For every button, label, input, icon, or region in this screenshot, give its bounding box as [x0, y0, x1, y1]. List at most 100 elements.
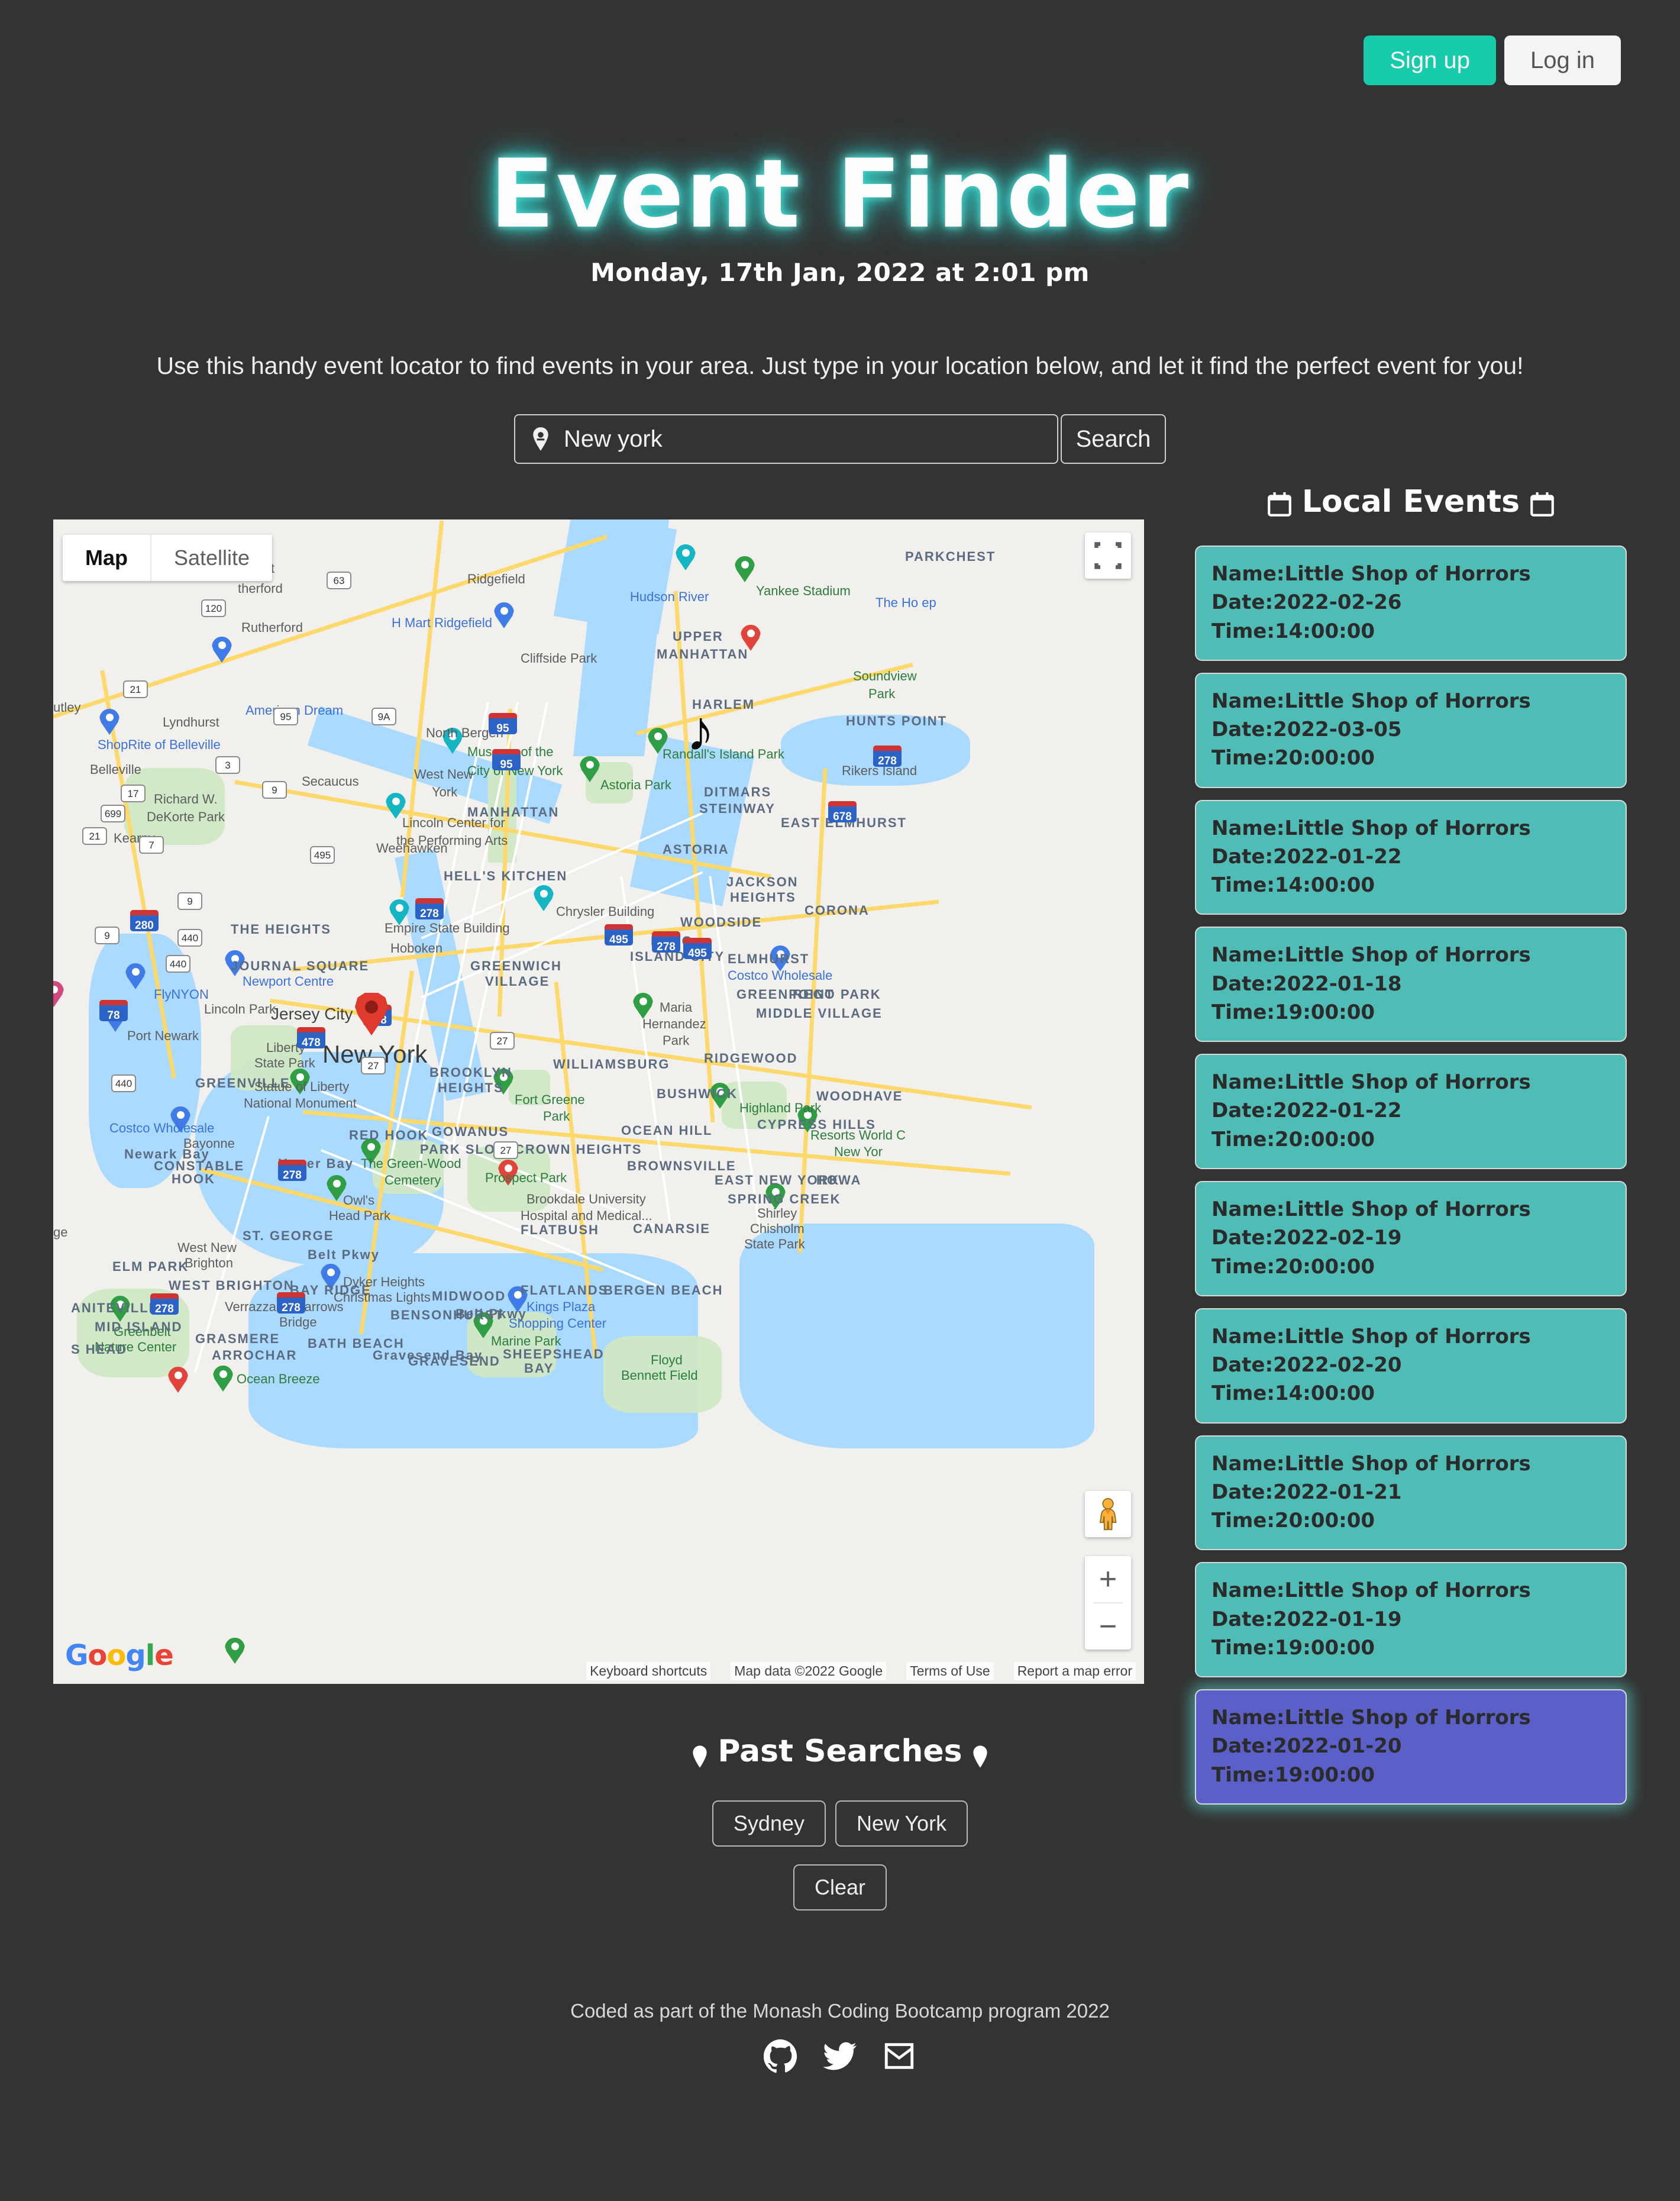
map-label: Port Newark — [127, 1028, 199, 1043]
map-label: Hoboken — [390, 941, 443, 956]
search-input[interactable] — [564, 425, 1042, 453]
map-label: HELL'S KITCHEN — [444, 869, 568, 883]
event-name: Name:Little Shop of Horrors — [1211, 689, 1531, 713]
map-label: Bell Pkwy — [455, 1306, 527, 1321]
map-zoom-in-button[interactable]: + — [1085, 1556, 1131, 1602]
map-label: WOODHAVE — [816, 1089, 903, 1103]
event-time: Time:19:00:00 — [1211, 1000, 1375, 1024]
map-label: Dyker Heights — [343, 1274, 425, 1289]
map-label: The Green-Wood — [361, 1156, 461, 1171]
map-label: SPRING CREEK — [728, 1192, 841, 1206]
map-route-shield: 9 — [262, 781, 287, 799]
event-date: Date:2022-02-19 — [1211, 1226, 1402, 1250]
event-time: Time:20:00:00 — [1211, 1254, 1375, 1279]
event-date: Date:2022-01-22 — [1211, 1099, 1402, 1123]
search-button[interactable]: Search — [1061, 414, 1166, 464]
map-zoom-out-button[interactable]: − — [1085, 1603, 1131, 1650]
past-search-chip[interactable]: New York — [835, 1800, 968, 1847]
map-label: JOURNAL SQUARE — [231, 958, 370, 973]
map-label: MIDWOOD — [432, 1289, 506, 1303]
map-type-switch[interactable]: Map Satellite — [63, 535, 273, 581]
map-label: Lincoln Center for — [402, 815, 505, 830]
map-label: Jersey City — [271, 1005, 353, 1023]
map-type-satellite[interactable]: Satellite — [150, 535, 272, 581]
search-field[interactable] — [514, 414, 1058, 464]
github-icon[interactable] — [763, 2039, 798, 2076]
page-title: Event Finder — [489, 138, 1191, 249]
map-label: JACKSON — [726, 874, 799, 889]
event-card[interactable]: Name:Little Shop of Horrors Date:2022-01-… — [1195, 1435, 1627, 1551]
map-route-shield: 495 — [310, 846, 335, 864]
map-label: FLATBUSH — [521, 1222, 599, 1237]
map-label: Astoria Park — [600, 777, 671, 792]
event-name: Name:Little Shop of Horrors — [1211, 1070, 1531, 1095]
map-label: HEIGHTS — [438, 1080, 504, 1095]
event-card[interactable]: Name:Little Shop of Horrors Date:2022-02-… — [1195, 546, 1627, 661]
event-card[interactable]: Name:Little Shop of Horrors Date:2022-02-… — [1195, 1308, 1627, 1424]
report-map-error-link[interactable]: Report a map error — [1013, 1662, 1136, 1680]
twitter-icon[interactable] — [823, 2039, 857, 2076]
map-label: Weehawken — [376, 841, 448, 856]
event-date: Date:2022-03-05 — [1211, 718, 1402, 742]
map-pin-icon-right — [972, 1740, 988, 1768]
map-fullscreen-button[interactable] — [1085, 532, 1131, 579]
event-card[interactable]: Name:Little Shop of Horrors Date:2022-01-… — [1195, 799, 1627, 915]
map-label: BROOKLYN — [429, 1065, 512, 1080]
map-label: therford — [238, 581, 283, 596]
map-route-shield: 27 — [490, 1032, 515, 1050]
map-label: Christmas Lights — [334, 1290, 431, 1305]
past-searches-label: Past Searches — [718, 1734, 962, 1769]
event-date: Date:2022-01-19 — [1211, 1607, 1402, 1631]
map-street-view-button[interactable] — [1085, 1491, 1131, 1537]
event-name: Name:Little Shop of Horrors — [1211, 1324, 1531, 1348]
map-label: Gravesend Bay — [373, 1348, 483, 1363]
map-canvas[interactable]: EasttherfordRutherfordRidgefieldCliffsid… — [53, 519, 1144, 1684]
event-date: Date:2022-02-26 — [1211, 590, 1402, 615]
map-label: CROWN HEIGHTS — [515, 1142, 642, 1157]
search-bar: Search — [0, 414, 1680, 464]
clear-button[interactable]: Clear — [793, 1864, 887, 1910]
map-label: Brighton — [185, 1256, 233, 1270]
past-search-chips: Sydney New York — [0, 1800, 1680, 1847]
map-label: CORONA — [805, 903, 870, 918]
map-label: Shirley — [757, 1206, 797, 1221]
map-label: Richard W. — [154, 792, 218, 806]
past-search-chip[interactable]: Sydney — [712, 1800, 826, 1847]
event-date: Date:2022-01-21 — [1211, 1480, 1402, 1504]
email-icon[interactable] — [882, 2039, 916, 2076]
map-label: Chisholm — [750, 1221, 805, 1236]
map-route-shield: 699 — [101, 805, 125, 822]
map-label: Kings Plaza — [526, 1299, 596, 1314]
map-label: MANHATTAN — [657, 647, 749, 661]
keyboard-shortcuts-link[interactable]: Keyboard shortcuts — [586, 1662, 711, 1680]
event-date: Date:2022-01-22 — [1211, 844, 1402, 869]
map-interstate-shield: 278 — [277, 1292, 305, 1314]
event-card[interactable]: Name:Little Shop of Horrors Date:2022-01-… — [1195, 1054, 1627, 1169]
map-label: BROWNSVILLE — [627, 1158, 736, 1173]
map-label: Empire State Building — [385, 921, 510, 935]
map-panel[interactable]: EasttherfordRutherfordRidgefieldCliffsid… — [53, 519, 1144, 1684]
map-type-map[interactable]: Map — [63, 535, 150, 581]
map-label: State Park — [254, 1056, 315, 1070]
event-card[interactable]: Name:Little Shop of Horrors Date:2022-01-… — [1195, 1562, 1627, 1678]
event-time: Time:14:00:00 — [1211, 619, 1375, 643]
map-route-shield: 9 — [177, 892, 202, 910]
terms-of-use-link[interactable]: Terms of Use — [906, 1662, 994, 1680]
past-searches-panel: Past Searches Sydney New York Clear — [0, 1734, 1680, 1910]
event-name: Name:Little Shop of Horrors — [1211, 943, 1531, 967]
map-label: THE HEIGHTS — [231, 922, 331, 937]
map-label: ELM PARK — [112, 1259, 189, 1274]
event-card[interactable]: Name:Little Shop of Horrors Date:2022-01-… — [1195, 927, 1627, 1043]
map-zoom-controls[interactable]: + − — [1085, 1556, 1131, 1650]
map-route-shield: 9A — [371, 708, 396, 725]
map-interstate-shield: 278 — [415, 898, 444, 920]
page-footer: Coded as part of the Monash Coding Bootc… — [0, 2000, 1680, 2076]
map-label: Statue of Liberty — [254, 1079, 350, 1094]
map-label: REGO PARK — [793, 987, 881, 1002]
map-water-jamaica — [739, 1224, 1094, 1448]
mouse-cursor: ♪ — [686, 699, 715, 763]
map-label: Costco Wholesale — [109, 1121, 215, 1135]
event-card[interactable]: Name:Little Shop of Horrors Date:2022-03-… — [1195, 672, 1627, 788]
event-card[interactable]: Name:Little Shop of Horrors Date:2022-02-… — [1195, 1180, 1627, 1296]
map-route-shield: 63 — [327, 572, 351, 589]
